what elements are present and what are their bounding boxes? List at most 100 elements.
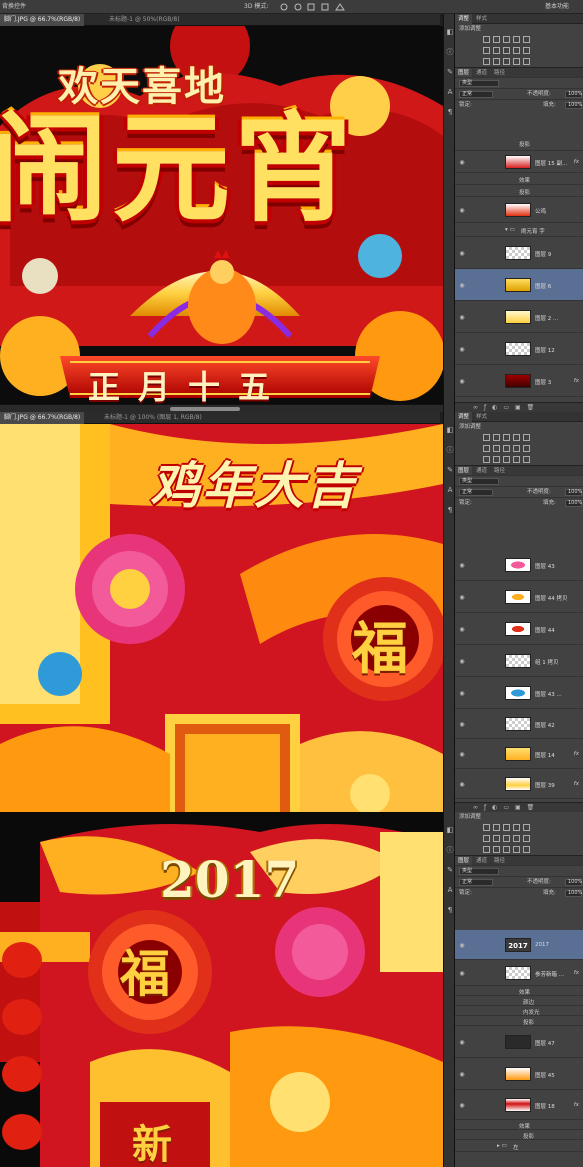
layer-row[interactable]: ◉ 图层 43 ... <box>455 677 583 709</box>
layer-name[interactable]: 图层 18 <box>535 1102 555 1110</box>
group-expand-icon[interactable]: ▸ ▭ <box>497 1143 507 1149</box>
layer-action-icons[interactable]: ∞ƒ◐▭▣🗑 <box>473 404 540 411</box>
fx-badge[interactable]: fx <box>574 159 579 165</box>
invert-icon[interactable] <box>483 58 490 65</box>
layer-name[interactable]: 图层 9 <box>535 250 551 258</box>
visibility-eye-icon[interactable]: ◉ <box>458 378 466 385</box>
group-expand-icon[interactable]: ▾ ▭ <box>505 227 515 233</box>
group-name[interactable]: 闹元宵 字 <box>521 227 545 235</box>
threshold-icon[interactable] <box>503 456 510 463</box>
layer-row[interactable]: 投影 <box>455 1016 583 1026</box>
visibility-eye-icon[interactable]: ◉ <box>458 658 466 665</box>
tab-styles[interactable]: 样式 <box>473 412 490 422</box>
character-icon[interactable]: A <box>446 486 454 494</box>
hue-icon[interactable] <box>483 835 490 842</box>
color-balance-icon[interactable] <box>493 47 500 54</box>
hue-icon[interactable] <box>483 445 490 452</box>
layer-name[interactable]: 参芳新箱 ... <box>535 970 564 978</box>
layer-row[interactable]: ◉ 公鸡 <box>455 197 583 223</box>
tab-untitled[interactable]: 未标题-1 @ 100% (图层 1, RGB/8) <box>100 412 206 424</box>
history-icon[interactable]: ◧ <box>446 28 454 36</box>
3d-tools-icons[interactable] <box>280 3 350 11</box>
layer-name[interactable]: 2017 <box>535 942 549 948</box>
tab-adjustments[interactable]: 调整 <box>455 412 473 422</box>
scrollbar-thumb[interactable] <box>170 407 240 411</box>
visibility-eye-icon[interactable]: ◉ <box>458 781 466 788</box>
tab-jiaomen[interactable]: 脚门.JPG @ 66.7%(RGB/8) <box>0 14 85 26</box>
curves-icon[interactable] <box>503 36 510 43</box>
layer-row[interactable]: ◉ 图层 2 ... <box>455 301 583 333</box>
fx-badge[interactable]: fx <box>574 378 579 384</box>
layer-name[interactable]: 图层 6 <box>535 282 551 290</box>
layer-row[interactable]: 效果 <box>455 1120 583 1130</box>
fx-badge[interactable]: fx <box>574 751 579 757</box>
visibility-eye-icon[interactable]: ◉ <box>458 250 466 257</box>
selective-color-icon[interactable] <box>523 456 530 463</box>
vibrance-icon[interactable] <box>523 434 530 441</box>
layer-row[interactable]: ◉ 组 1 拷贝 <box>455 645 583 677</box>
layer-row[interactable]: 投影 <box>455 1130 583 1140</box>
visibility-eye-icon[interactable]: ◉ <box>458 1102 466 1109</box>
kind-filter-select[interactable]: 类型 <box>459 80 499 87</box>
layer-name[interactable]: 图层 43 ... <box>535 690 562 698</box>
posterize-icon[interactable] <box>493 846 500 853</box>
gradient-map-icon[interactable] <box>513 456 520 463</box>
layer-row[interactable]: ◉ 图层 43 <box>455 549 583 581</box>
exposure-icon[interactable] <box>513 36 520 43</box>
layer-row[interactable]: ◉ 图层 44 <box>455 613 583 645</box>
vibrance-icon[interactable] <box>523 36 530 43</box>
layer-name[interactable]: 图层 43 <box>535 562 555 570</box>
paragraph-icon[interactable]: ¶ <box>446 906 454 914</box>
layer-row[interactable]: ◉ 图层 47 <box>455 1026 583 1058</box>
visibility-eye-icon[interactable]: ◉ <box>458 1039 466 1046</box>
visibility-eye-icon[interactable]: ◉ <box>458 207 466 214</box>
layer-name[interactable]: 图层 15 副... <box>535 159 567 167</box>
kind-filter-select[interactable]: 类型 <box>459 478 499 485</box>
layer-name[interactable]: 图层 44 拷贝 <box>535 594 568 602</box>
mixer-icon[interactable] <box>523 47 530 54</box>
visibility-eye-icon[interactable]: ◉ <box>458 594 466 601</box>
layer-name[interactable]: 公鸡 <box>535 207 546 215</box>
visibility-eye-icon[interactable]: ◉ <box>458 721 466 728</box>
layer-row-selected[interactable]: ◉ 2017 2017 <box>455 930 583 960</box>
layer-name[interactable]: 图层 14 <box>535 751 555 759</box>
layer-row[interactable]: ◉ 图层 12 <box>455 333 583 365</box>
gradient-map-icon[interactable] <box>513 846 520 853</box>
layer-name[interactable]: 组 1 拷贝 <box>535 658 559 666</box>
levels-icon[interactable] <box>493 36 500 43</box>
info-icon[interactable]: ⓘ <box>446 846 454 854</box>
layer-row[interactable]: 效果 <box>455 986 583 996</box>
layer-row[interactable]: ◉ 参芳新箱 ... fx <box>455 960 583 986</box>
layer-row[interactable]: 投影 <box>455 185 583 197</box>
tab-untitled[interactable]: 未标题-1 @ 50%(RGB/8) <box>105 14 184 26</box>
posterize-icon[interactable] <box>493 456 500 463</box>
kind-filter-select[interactable]: 类型 <box>459 868 499 875</box>
3d-mode-label[interactable]: 3D 模式: <box>244 0 268 14</box>
brightness-icon[interactable] <box>483 434 490 441</box>
layer-row[interactable]: ◉ 图层 42 <box>455 709 583 739</box>
layer-row[interactable]: ◉ 图层 18 fx <box>455 1090 583 1120</box>
info-icon[interactable]: ⓘ <box>446 446 454 454</box>
color-balance-icon[interactable] <box>493 445 500 452</box>
visibility-eye-icon[interactable]: ◉ <box>458 562 466 569</box>
visibility-eye-icon[interactable]: ◉ <box>458 751 466 758</box>
fill-input[interactable]: 100% <box>565 102 582 109</box>
brightness-icon[interactable] <box>483 36 490 43</box>
visibility-eye-icon[interactable]: ◉ <box>458 690 466 697</box>
paragraph-icon[interactable]: ¶ <box>446 108 454 116</box>
history-icon[interactable]: ◧ <box>446 826 454 834</box>
fx-badge[interactable]: fx <box>574 781 579 787</box>
opacity-input[interactable]: 100% <box>565 879 582 886</box>
layer-row[interactable]: ◉ 图层 15 副... fx <box>455 151 583 173</box>
bw-icon[interactable] <box>503 835 510 842</box>
layer-name[interactable]: 图层 42 <box>535 721 555 729</box>
info-icon[interactable]: ⓘ <box>446 48 454 56</box>
horizontal-scrollbar[interactable] <box>0 404 443 412</box>
layer-row[interactable]: 效果 <box>455 173 583 185</box>
layer-group-row[interactable]: ▸ ▭ 左 <box>455 1140 583 1152</box>
visibility-eye-icon[interactable]: ◉ <box>458 942 466 949</box>
canvas-artwork[interactable]: 欢天喜地 闹元宵 正月十五 <box>0 26 443 412</box>
layer-row[interactable]: 内发光 <box>455 1006 583 1016</box>
options-label[interactable]: 背换控件 <box>2 0 26 14</box>
layer-row[interactable]: ◉ 图层 44 拷贝 <box>455 581 583 613</box>
